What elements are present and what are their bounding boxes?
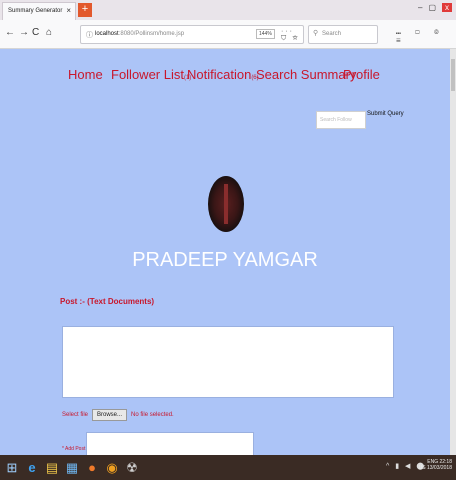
minimize-button[interactable]: –: [418, 3, 422, 12]
zoom-level[interactable]: 144%: [256, 29, 275, 39]
url-path: :8080/Pollinsm/home.jsp: [118, 31, 185, 37]
menu-profile[interactable]: Profile: [343, 67, 380, 82]
page-content: Home Follower List(1) Notification(6) Se…: [0, 49, 450, 455]
file-select-row: Select file Browse... No file selected.: [62, 409, 174, 421]
submit-query-button[interactable]: Submit Query: [367, 111, 404, 117]
browser-tab[interactable]: Summary Generator ×: [2, 2, 76, 21]
forward-button[interactable]: →: [19, 27, 29, 38]
url-text: localhost:8080/Pollinsm/home.jsp: [95, 31, 184, 37]
maximize-button[interactable]: ▢: [428, 3, 436, 12]
search-follow-input[interactable]: Search Follow: [316, 111, 366, 129]
menu-search-summary[interactable]: Search Summary: [256, 67, 356, 82]
firefox-icon[interactable]: ●: [84, 459, 100, 476]
file-explorer-icon[interactable]: ▤: [44, 459, 60, 476]
browser-search-box[interactable]: ⚲ Search: [308, 25, 378, 44]
post-heading: Post :- (Text Documents): [60, 297, 155, 306]
tab-title: Summary Generator: [8, 8, 63, 14]
reload-button[interactable]: C: [32, 27, 39, 38]
start-icon[interactable]: ⊞: [4, 459, 20, 476]
url-host: localhost: [95, 31, 119, 37]
select-file-label: Select file: [62, 412, 89, 418]
menu-notification[interactable]: Notification(6): [187, 67, 259, 82]
close-window-button[interactable]: x: [442, 3, 452, 12]
menu-home[interactable]: Home: [68, 67, 103, 82]
browser-tab-strip: Summary Generator × + – ▢ x: [0, 0, 456, 21]
follower-list-label: Follower List: [111, 67, 184, 82]
system-tray-clock[interactable]: ENG 22:18 US 13/03/2018: [419, 459, 452, 471]
menu-follower-list[interactable]: Follower List(1): [111, 67, 191, 82]
computer-icon[interactable]: ▦: [64, 459, 80, 476]
windows-taskbar: ⊞ e ▤ ▦ ● ◉ ☢ ^ ▮ ◀ ⬤ ENG 22:18 US 13/03…: [0, 455, 456, 480]
new-tab-button[interactable]: +: [78, 3, 92, 17]
home-button[interactable]: ⌂: [46, 27, 52, 38]
add-post-input[interactable]: [86, 432, 254, 455]
profile-name: PRADEEP YAMGAR: [132, 249, 318, 271]
page-actions[interactable]: ··· ⛉ ☆: [281, 28, 303, 43]
address-bar[interactable]: ⓘ localhost:8080/Pollinsm/home.jsp 144% …: [80, 25, 304, 44]
scrollbar-thumb[interactable]: [451, 59, 455, 91]
profile-avatar: [208, 176, 244, 232]
search-follow-placeholder: Search Follow: [320, 117, 352, 123]
toolbar-icons[interactable]: ⑉ ▢ ◎ ≡: [396, 27, 456, 45]
window-controls: – ▢ x: [418, 3, 452, 12]
browse-button[interactable]: Browse...: [92, 409, 128, 421]
add-post-label: * Add Post: [62, 446, 86, 452]
post-textarea[interactable]: [62, 326, 394, 398]
app-icon[interactable]: ◉: [104, 459, 120, 476]
tab-close-icon[interactable]: ×: [66, 6, 71, 15]
browser-toolbar: ← → C ⌂ ⓘ localhost:8080/Pollinsm/home.j…: [0, 20, 456, 49]
internet-explorer-icon[interactable]: e: [24, 459, 40, 476]
tray-date: 13/03/2018: [426, 465, 452, 471]
tray-region: US: [418, 465, 426, 471]
page-scrollbar[interactable]: [450, 49, 456, 455]
search-placeholder: Search: [322, 31, 342, 37]
search-icon: ⚲: [313, 30, 319, 37]
info-icon[interactable]: ⓘ: [86, 30, 93, 40]
app-icon-2[interactable]: ☢: [124, 459, 140, 476]
back-button[interactable]: ←: [5, 27, 15, 38]
no-file-text: No file selected.: [131, 412, 174, 418]
notification-label: Notification: [187, 67, 252, 82]
